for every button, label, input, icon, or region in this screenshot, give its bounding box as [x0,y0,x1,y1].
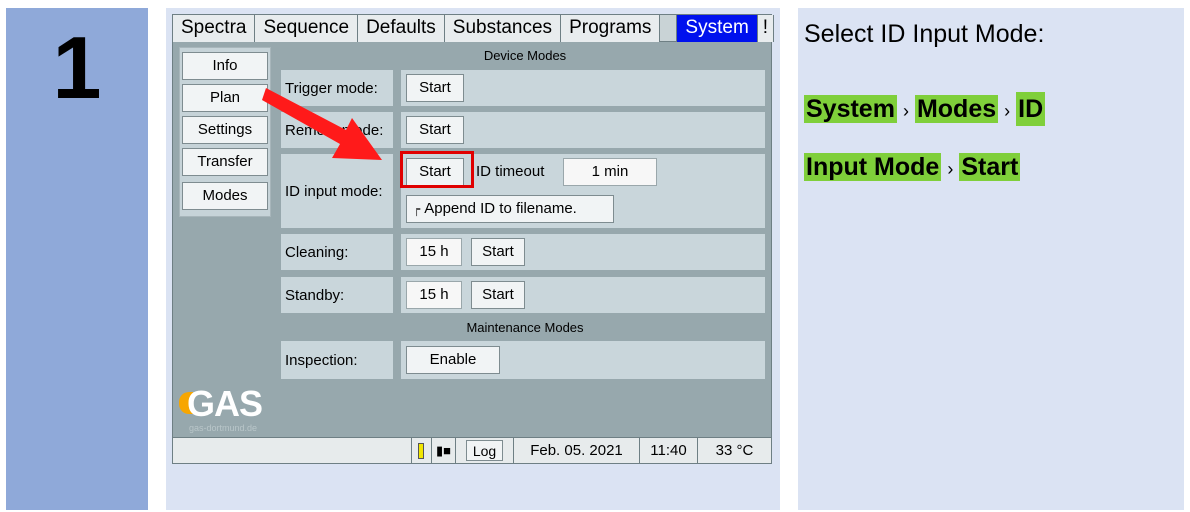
tab-substances[interactable]: Substances [444,15,562,42]
yellow-indicator [411,438,431,464]
inspection-label: Inspection: [281,341,393,379]
tab-system[interactable]: System [676,15,758,42]
status-date: Feb. 05. 2021 [513,438,639,464]
instruction-path-line-2: Input Mode › Start [804,150,1021,186]
tab-bar: Spectra Sequence Defaults Substances Pro… [173,15,775,42]
tab-spectra[interactable]: Spectra [173,15,256,42]
maintenance-modes-heading: Maintenance Modes [466,320,584,335]
side-item-info[interactable]: Info [182,52,268,80]
side-item-transfer[interactable]: Transfer [182,148,268,176]
cleaning-start-button[interactable]: Start [471,238,525,266]
status-temperature: 33 °C [697,438,771,464]
device-modes-heading: Device Modes [483,48,567,63]
step-column: 1 [6,8,148,510]
id-timeout-input[interactable]: 1 min [563,158,657,186]
tab-programs[interactable]: Programs [561,15,661,42]
logo-subtext: gas-dortmund.de [189,423,258,433]
instruction-step: 1 Spectra Sequence Defaults Substances P… [0,0,1190,512]
tab-defaults[interactable]: Defaults [358,15,445,42]
append-id-label: Append ID to filename. [424,200,577,217]
plug-icon: ▮■ [431,438,455,464]
status-bar: ▮■ Log Feb. 05. 2021 11:40 33 °C [173,437,771,464]
instruction-panel: Select ID Input Mode: System › Modes › ID In… [798,8,1184,510]
standby-start-button[interactable]: Start [471,281,525,309]
path-id-input-mode-cont: Input Mode [804,153,942,181]
remote-start-button[interactable]: Start [406,116,464,144]
log-button-cell: Log [455,438,513,464]
path-separator: › [947,159,954,179]
highlight-box [400,151,474,188]
gas-logo: GAS gas-dortmund.de [179,383,279,433]
side-item-settings[interactable]: Settings [182,116,268,144]
status-time: 11:40 [639,438,697,464]
trigger-start-button[interactable]: Start [406,74,464,102]
side-item-modes[interactable]: Modes [182,182,268,210]
standby-label: Standby: [281,277,393,313]
step-number: 1 [52,18,102,117]
path-start: Start [959,153,1021,181]
pointer-arrow-icon [262,88,382,160]
path-id-input-mode: ID [1016,92,1046,126]
id-timeout-label: ID timeout [476,163,545,180]
instruction-path-line-1: System › Modes › ID [804,92,1046,128]
cleaning-label: Cleaning: [281,234,393,270]
path-modes: Modes [914,95,999,123]
tab-sequence[interactable]: Sequence [255,15,359,42]
path-separator: › [902,101,909,121]
inspection-enable-button[interactable]: Enable [406,346,500,374]
standby-hours-input[interactable]: 15 h [406,281,462,309]
log-button[interactable]: Log [465,440,504,461]
side-item-plan[interactable]: Plan [182,84,268,112]
tab-alert[interactable]: ! [757,15,775,42]
path-separator: › [1004,101,1011,121]
cleaning-hours-input[interactable]: 15 h [406,238,462,266]
instruction-title: Select ID Input Mode: [804,20,1045,48]
logo-text: GAS [187,383,263,424]
path-system: System [804,95,897,123]
append-id-checkbox[interactable]: ┍ Append ID to filename. [406,195,614,223]
side-menu: Info Plan Settings Transfer Modes [179,47,271,217]
checkbox-icon: ┍ [413,202,421,216]
